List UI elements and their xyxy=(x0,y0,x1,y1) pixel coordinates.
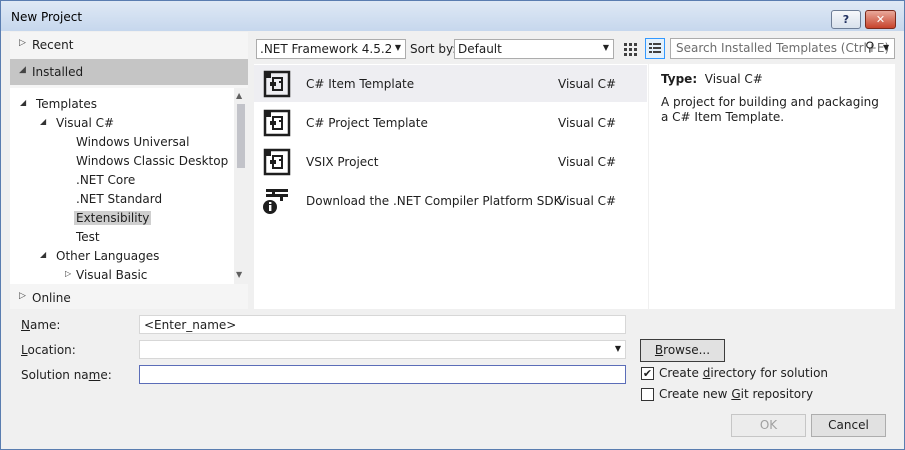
title-bar: New Project ? ✕ xyxy=(1,1,904,31)
template-name: Download the .NET Compiler Platform SDK xyxy=(306,194,562,208)
template-type: Type: Visual C# xyxy=(661,72,763,86)
template-name: C# Project Template xyxy=(306,116,428,130)
template-list: C# Item Template Visual C# C# Project Temp… xyxy=(254,64,648,309)
scroll-up-icon[interactable]: ▲ xyxy=(236,91,242,100)
chevron-down-icon[interactable]: ▼ xyxy=(615,344,621,353)
small-icons-view-button[interactable] xyxy=(620,38,640,59)
close-button[interactable]: ✕ xyxy=(865,10,896,29)
template-name: C# Item Template xyxy=(306,77,415,91)
list-view-button[interactable] xyxy=(645,38,665,59)
chevron-down-icon: ▼ xyxy=(602,43,609,52)
nav-recent[interactable]: ▷ Recent xyxy=(10,32,248,58)
cancel-button[interactable]: Cancel xyxy=(811,414,886,437)
vsix-project-icon xyxy=(262,147,292,177)
sort-select[interactable]: Default ▼ xyxy=(454,39,614,59)
help-button[interactable]: ? xyxy=(831,10,861,29)
window-title: New Project xyxy=(11,10,83,24)
nav-online[interactable]: ▷ Online xyxy=(10,285,248,311)
tree-scrollbar[interactable]: ▲ ▼ xyxy=(234,88,248,284)
search-icon[interactable]: ⚲ xyxy=(865,40,875,55)
solution-name-input[interactable] xyxy=(139,365,626,384)
download-sdk-icon xyxy=(262,186,292,216)
browse-button[interactable]: Browse... xyxy=(640,339,725,362)
template-details: Type: Visual C# A project for building a… xyxy=(649,64,895,309)
template-language: Visual C# xyxy=(558,155,617,169)
create-git-repository-checkbox[interactable] xyxy=(641,388,654,401)
location-label: Location: xyxy=(21,343,76,357)
nav-installed[interactable]: ◢ Installed xyxy=(10,59,248,85)
project-template-icon xyxy=(262,108,292,138)
collapse-arrow-icon[interactable]: ◢ xyxy=(40,117,46,126)
collapse-arrow-icon[interactable]: ◢ xyxy=(40,250,46,259)
collapse-arrow-icon: ◢ xyxy=(19,65,26,75)
list-view-icon xyxy=(649,43,661,53)
scroll-down-icon[interactable]: ▼ xyxy=(236,270,242,279)
template-item[interactable]: VSIX Project Visual C# xyxy=(254,143,647,180)
template-navigation: ▷ Recent ◢ Installed ▷ Visual Basic ◢ Other… xyxy=(10,32,248,309)
framework-select[interactable]: .NET Framework 4.5.2 ▼ xyxy=(256,39,406,59)
scroll-thumb[interactable] xyxy=(237,104,245,168)
template-description: A project for building and packaging a C… xyxy=(661,95,879,124)
name-label: Name: xyxy=(21,318,61,332)
new-project-dialog: New Project ? ✕ ▷ Recent ◢ Installed ▷ Vi… xyxy=(0,0,905,450)
template-item[interactable]: Download the .NET Compiler Platform SDK V… xyxy=(254,182,647,219)
create-directory-checkbox[interactable]: ✔ xyxy=(641,367,654,380)
chevron-down-icon: ▼ xyxy=(394,43,401,52)
expand-arrow-icon[interactable]: ▷ xyxy=(65,269,71,278)
collapse-arrow-icon[interactable]: ◢ xyxy=(20,98,26,107)
ok-button[interactable]: OK xyxy=(731,414,806,437)
chevron-down-icon[interactable]: ▼ xyxy=(883,43,889,52)
sort-by-label: Sort by: xyxy=(410,42,457,56)
template-name: VSIX Project xyxy=(306,155,379,169)
location-combobox[interactable]: ▼ xyxy=(139,340,626,359)
template-item[interactable]: C# Item Template Visual C# xyxy=(254,65,647,102)
solution-name-label: Solution name: xyxy=(21,368,112,382)
template-language: Visual C# xyxy=(558,116,617,130)
template-language: Visual C# xyxy=(558,77,617,91)
template-item[interactable]: C# Project Template Visual C# xyxy=(254,104,647,141)
grid-view-icon xyxy=(624,43,637,56)
name-input[interactable]: <Enter_name> xyxy=(139,315,626,334)
template-tree: ▷ Visual Basic ◢ Other Languages Test Extensi… xyxy=(10,88,248,284)
template-language: Visual C# xyxy=(558,194,617,208)
expand-arrow-icon: ▷ xyxy=(19,291,26,301)
expand-arrow-icon: ▷ xyxy=(19,38,26,48)
item-template-icon xyxy=(262,69,292,99)
search-installed-templates-input[interactable]: Search Installed Templates (Ctrl+E) ⚲ ▼ xyxy=(670,38,895,59)
